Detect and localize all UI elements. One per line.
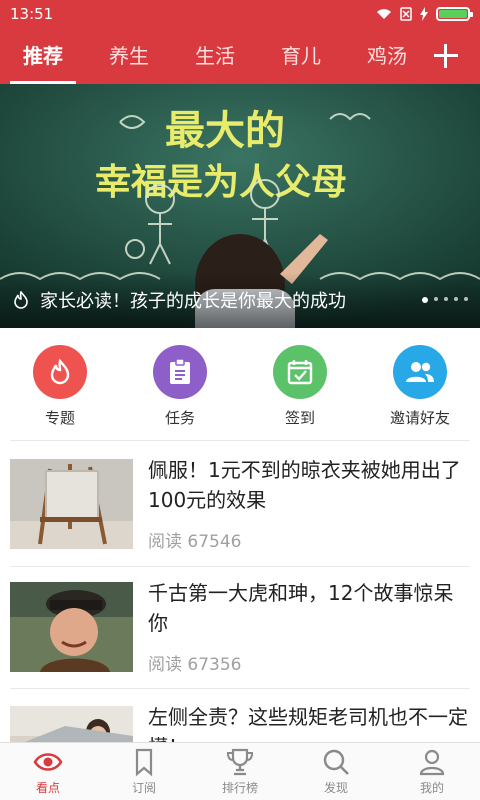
portrait-image xyxy=(10,582,133,672)
status-time: 13:51 xyxy=(10,5,54,23)
article-title: 左侧全责？这些规矩老司机也不一定懂！ xyxy=(148,705,468,742)
carousel-dot[interactable] xyxy=(422,297,428,303)
nav-label: 看点 xyxy=(35,781,60,795)
quick-action-checkin[interactable]: 签到 xyxy=(240,328,360,440)
bottom-navigation: 看点 订阅 排行榜 发现 我的 xyxy=(0,742,480,800)
banner-carousel[interactable]: 最大的 幸福是为人父母 家长必读！孩子的成长是你最大的成功 xyxy=(0,84,480,328)
sim-icon xyxy=(400,7,412,21)
people-icon xyxy=(393,345,447,399)
nav-label: 我的 xyxy=(419,781,444,795)
divider xyxy=(10,440,470,441)
banner-caption-bar: 家长必读！孩子的成长是你最大的成功 xyxy=(0,272,480,328)
battery-fill xyxy=(439,10,467,18)
nav-label: 发现 xyxy=(323,781,348,795)
charging-icon xyxy=(420,7,428,21)
nav-subscribe[interactable]: 订阅 xyxy=(96,743,192,800)
add-category-button[interactable] xyxy=(432,42,460,70)
article-read-count: 阅读 67546 xyxy=(148,532,242,552)
car-image xyxy=(10,706,133,742)
quick-actions: 专题 任务 签到 邀请好友 xyxy=(0,328,480,440)
nav-discover[interactable]: 发现 xyxy=(288,743,384,800)
article-title: 佩服！1元不到的晾衣夹被她用出了100元的效果 xyxy=(148,458,461,512)
status-icons xyxy=(376,7,473,21)
carousel-dot[interactable] xyxy=(434,297,438,301)
carousel-dot[interactable] xyxy=(454,297,458,301)
article-item[interactable]: 左侧全责？这些规矩老司机也不一定懂！ xyxy=(0,690,480,742)
tab-chicken-soup[interactable]: 鸡汤 xyxy=(344,28,430,84)
trophy-icon xyxy=(226,748,254,776)
flame-icon xyxy=(33,345,87,399)
battery-icon xyxy=(436,7,473,21)
flame-icon xyxy=(12,290,30,309)
banner-caption: 家长必读！孩子的成长是你最大的成功 xyxy=(40,291,346,312)
eye-icon xyxy=(33,753,63,771)
user-icon xyxy=(419,749,445,776)
article-item[interactable]: 佩服！1元不到的晾衣夹被她用出了100元的效果 阅读 67546 xyxy=(0,443,480,555)
tab-life[interactable]: 生活 xyxy=(172,28,258,84)
article-title: 千古第一大虎和珅，12个故事惊呆你 xyxy=(148,581,454,635)
carousel-indicator xyxy=(422,297,468,303)
quick-action-label: 任务 xyxy=(164,409,195,427)
calendar-check-icon xyxy=(273,345,327,399)
nav-watch[interactable]: 看点 xyxy=(0,743,96,800)
tab-parenting[interactable]: 育儿 xyxy=(258,28,344,84)
article-read-count: 阅读 67356 xyxy=(148,655,242,675)
wifi-icon xyxy=(376,8,392,20)
tab-health[interactable]: 养生 xyxy=(86,28,172,84)
quick-action-label: 签到 xyxy=(284,409,315,427)
bookmark-icon xyxy=(135,748,153,777)
search-icon xyxy=(323,749,349,775)
nav-label: 订阅 xyxy=(131,781,156,795)
easel-image xyxy=(10,459,133,549)
category-tab-bar: 推荐 养生 生活 育儿 鸡汤 xyxy=(0,28,480,84)
chalk-text-line1: 最大的 xyxy=(165,108,285,154)
quick-action-label: 邀请好友 xyxy=(389,409,450,427)
quick-action-topics[interactable]: 专题 xyxy=(0,328,120,440)
tab-recommended[interactable]: 推荐 xyxy=(0,28,86,84)
quick-action-invite[interactable]: 邀请好友 xyxy=(360,328,480,440)
carousel-dot[interactable] xyxy=(464,297,468,301)
article-item[interactable]: 千古第一大虎和珅，12个故事惊呆你 阅读 67356 xyxy=(0,566,480,678)
quick-action-label: 专题 xyxy=(44,409,75,427)
nav-label: 排行榜 xyxy=(221,781,258,795)
clipboard-icon xyxy=(153,345,207,399)
status-bar: 13:51 xyxy=(0,0,480,28)
nav-ranking[interactable]: 排行榜 xyxy=(192,743,288,800)
nav-profile[interactable]: 我的 xyxy=(384,743,480,800)
carousel-dot[interactable] xyxy=(444,297,448,301)
quick-action-tasks[interactable]: 任务 xyxy=(120,328,240,440)
divider xyxy=(10,688,470,689)
chalk-text-line2: 幸福是为人父母 xyxy=(95,162,347,203)
